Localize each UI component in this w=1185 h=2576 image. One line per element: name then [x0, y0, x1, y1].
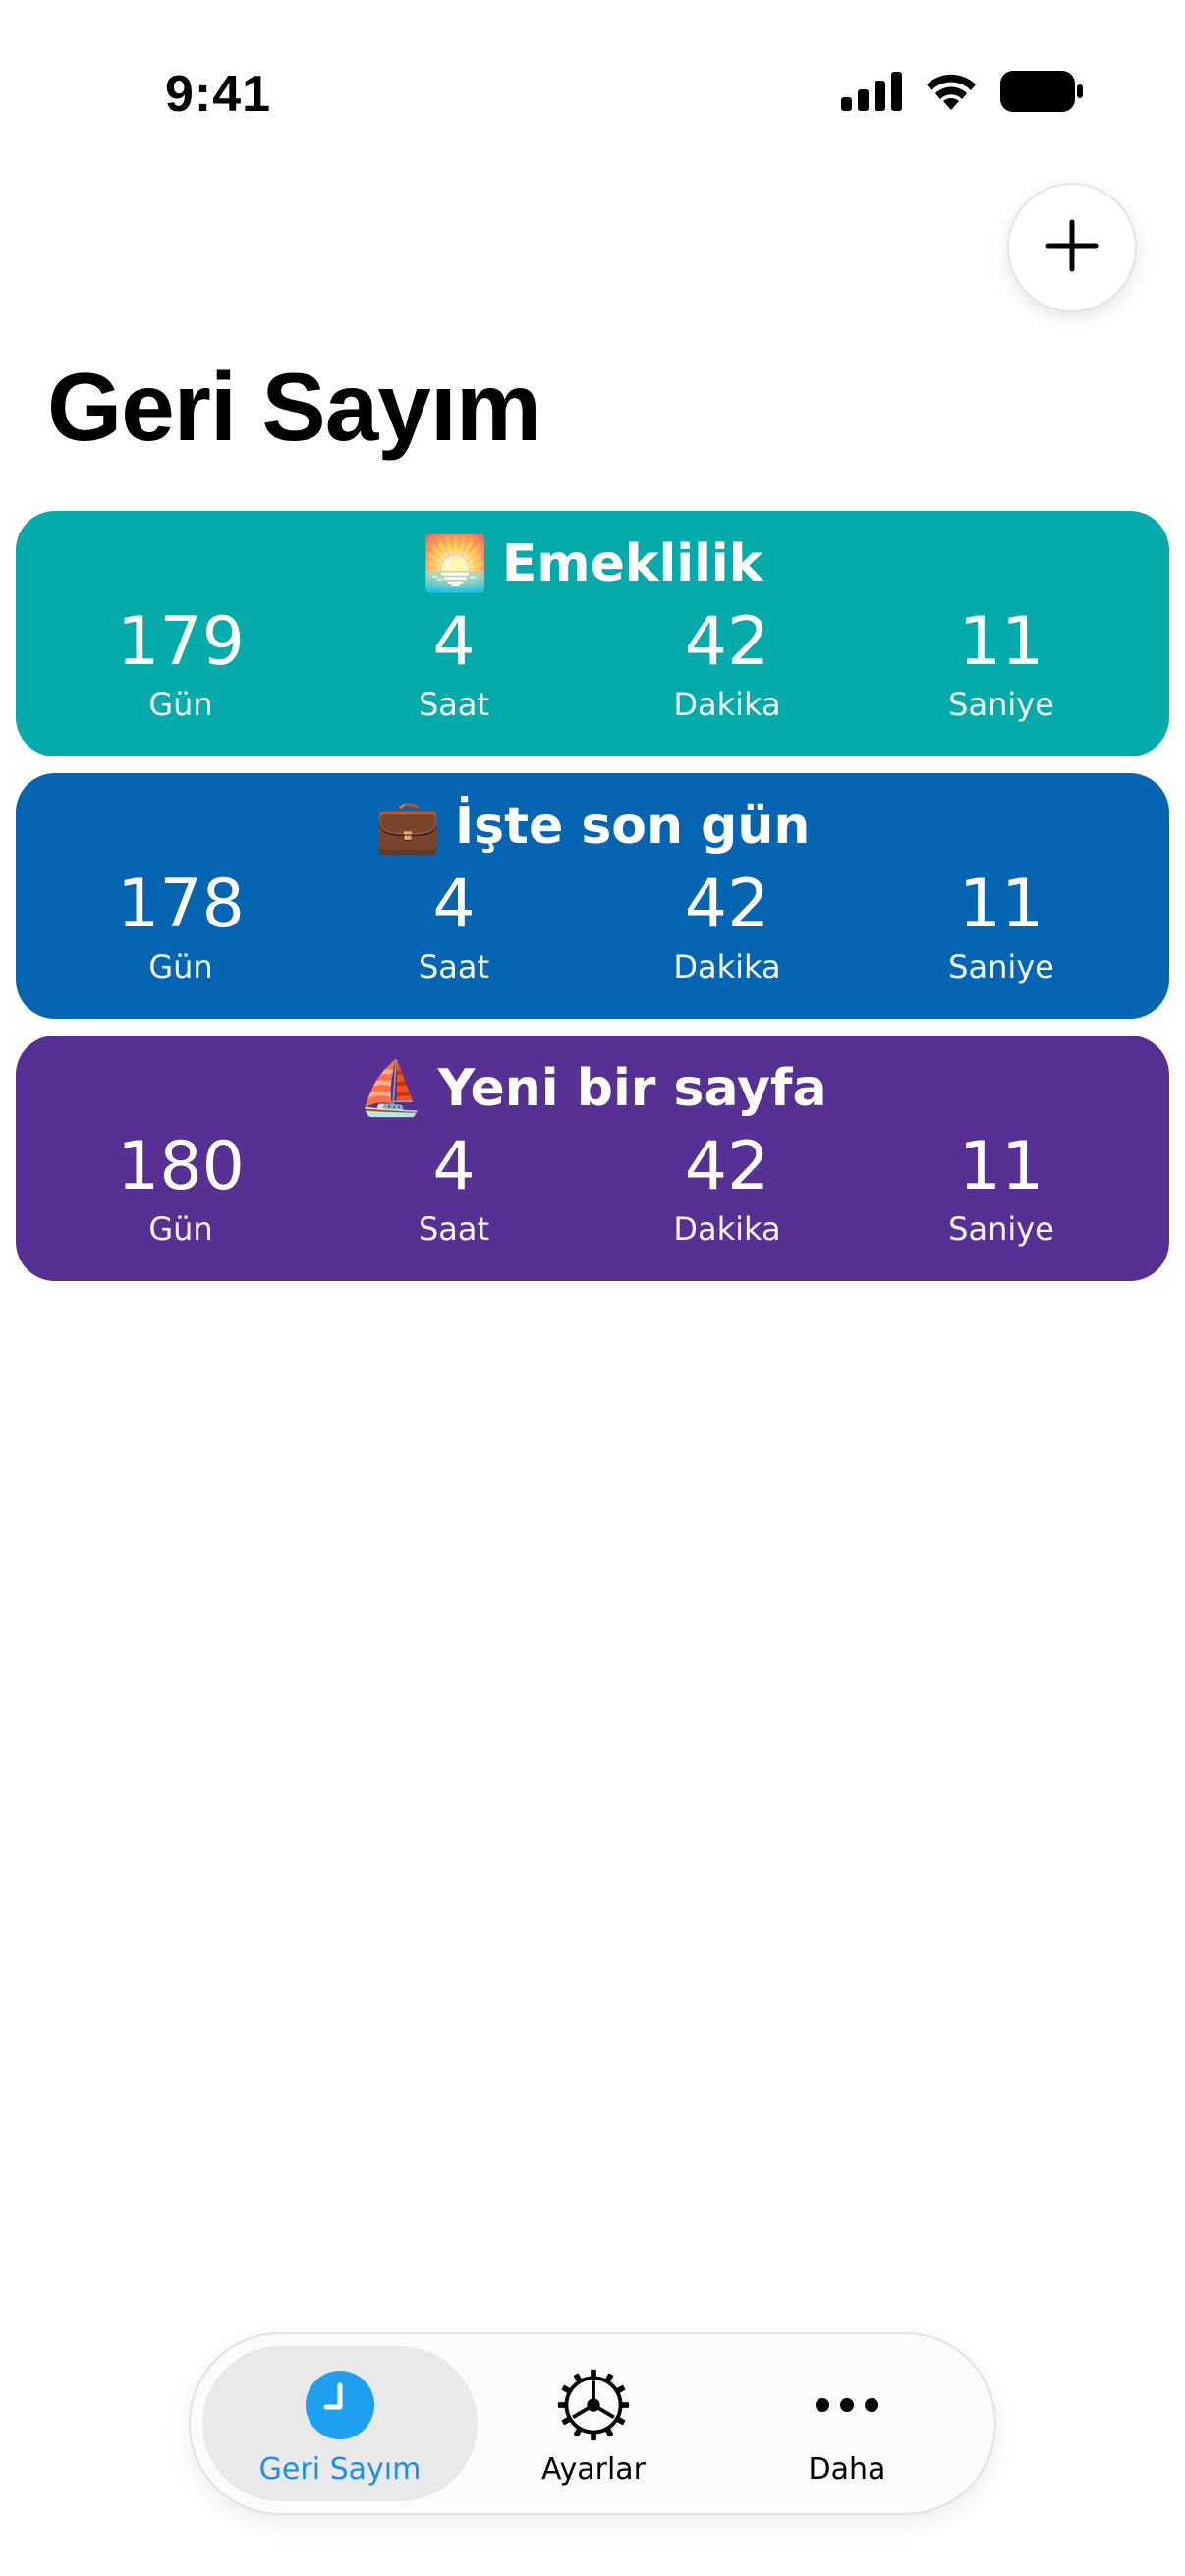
countdown-card[interactable]: 🌅 Emeklilik 179 Gün 4 Saat 42 Dakika 11 — [16, 511, 1169, 756]
tab-bar: Geri Sayım Ayarlar Daha — [189, 2332, 996, 2515]
tab-more[interactable]: Daha — [709, 2346, 985, 2501]
hours-unit: 4 Saat — [346, 866, 562, 986]
days-value: 178 — [117, 866, 245, 943]
seconds-label: Saniye — [948, 948, 1054, 985]
days-label: Gün — [148, 948, 213, 985]
seconds-unit: 11 Saniye — [893, 866, 1109, 986]
hours-unit: 4 Saat — [346, 1128, 562, 1249]
page-title: Geri Sayım — [47, 353, 541, 461]
seconds-value: 11 — [958, 603, 1044, 681]
hours-label: Saat — [418, 948, 490, 985]
seconds-label: Saniye — [948, 1210, 1054, 1248]
minutes-label: Dakika — [673, 686, 781, 723]
card-title: 💼 İşte son gün — [16, 797, 1169, 856]
status-bar: 9:41 — [0, 0, 1185, 187]
days-label: Gün — [148, 1210, 213, 1248]
hours-value: 4 — [432, 866, 476, 943]
tab-countdown[interactable]: Geri Sayım — [202, 2346, 478, 2501]
seconds-value: 11 — [958, 1128, 1044, 1205]
countdown-card[interactable]: ⛵ Yeni bir sayfa 180 Gün 4 Saat 42 Dakik… — [16, 1036, 1169, 1281]
ellipsis-icon — [810, 2368, 884, 2442]
hours-value: 4 — [432, 1128, 476, 1205]
days-unit: 178 Gün — [73, 866, 289, 986]
seconds-unit: 11 Saniye — [893, 603, 1109, 724]
status-icons — [841, 71, 1083, 117]
card-title: 🌅 Emeklilik — [16, 534, 1169, 593]
minutes-label: Dakika — [673, 948, 781, 985]
minutes-unit: 42 Dakika — [619, 866, 835, 986]
minutes-unit: 42 Dakika — [619, 1128, 835, 1249]
hours-label: Saat — [418, 686, 490, 723]
minutes-unit: 42 Dakika — [619, 603, 835, 724]
card-title-text: İşte son gün — [454, 797, 811, 856]
status-time: 9:41 — [165, 66, 272, 123]
sailboat-icon: ⛵ — [358, 1057, 424, 1119]
tab-label: Daha — [808, 2452, 886, 2487]
battery-icon — [1000, 71, 1083, 117]
wifi-icon — [924, 71, 979, 117]
hours-label: Saat — [418, 1210, 490, 1248]
days-unit: 179 Gün — [73, 603, 289, 724]
clock-icon — [303, 2368, 377, 2442]
add-countdown-button[interactable] — [1007, 183, 1137, 312]
minutes-value: 42 — [684, 1128, 770, 1205]
hours-value: 4 — [432, 603, 476, 681]
days-value: 180 — [117, 1128, 245, 1205]
days-label: Gün — [148, 686, 213, 723]
plus-icon — [1043, 216, 1101, 280]
seconds-unit: 11 Saniye — [893, 1128, 1109, 1249]
tab-settings[interactable]: Ayarlar — [456, 2346, 731, 2501]
hours-unit: 4 Saat — [346, 603, 562, 724]
minutes-value: 42 — [684, 866, 770, 943]
countdown-card[interactable]: 💼 İşte son gün 178 Gün 4 Saat 42 Dakika … — [16, 773, 1169, 1019]
card-title-text: Emeklilik — [501, 534, 763, 593]
countdown-list: 🌅 Emeklilik 179 Gün 4 Saat 42 Dakika 11 — [16, 511, 1169, 1298]
seconds-value: 11 — [958, 866, 1044, 943]
minutes-label: Dakika — [673, 1210, 781, 1248]
cellular-signal-icon — [841, 72, 902, 116]
card-title: ⛵ Yeni bir sayfa — [16, 1059, 1169, 1118]
card-title-text: Yeni bir sayfa — [437, 1059, 827, 1118]
sunrise-icon: 🌅 — [422, 532, 488, 594]
gear-icon — [556, 2368, 631, 2442]
briefcase-icon: 💼 — [374, 795, 441, 857]
tab-label: Geri Sayım — [258, 2452, 422, 2487]
days-value: 179 — [117, 603, 245, 681]
minutes-value: 42 — [684, 603, 770, 681]
app-screen: 9:41 Geri Sayım 🌅 Emeklilik 179 Gün 4 Sa… — [0, 0, 1185, 2576]
tab-label: Ayarlar — [540, 2452, 646, 2487]
days-unit: 180 Gün — [73, 1128, 289, 1249]
seconds-label: Saniye — [948, 686, 1054, 723]
